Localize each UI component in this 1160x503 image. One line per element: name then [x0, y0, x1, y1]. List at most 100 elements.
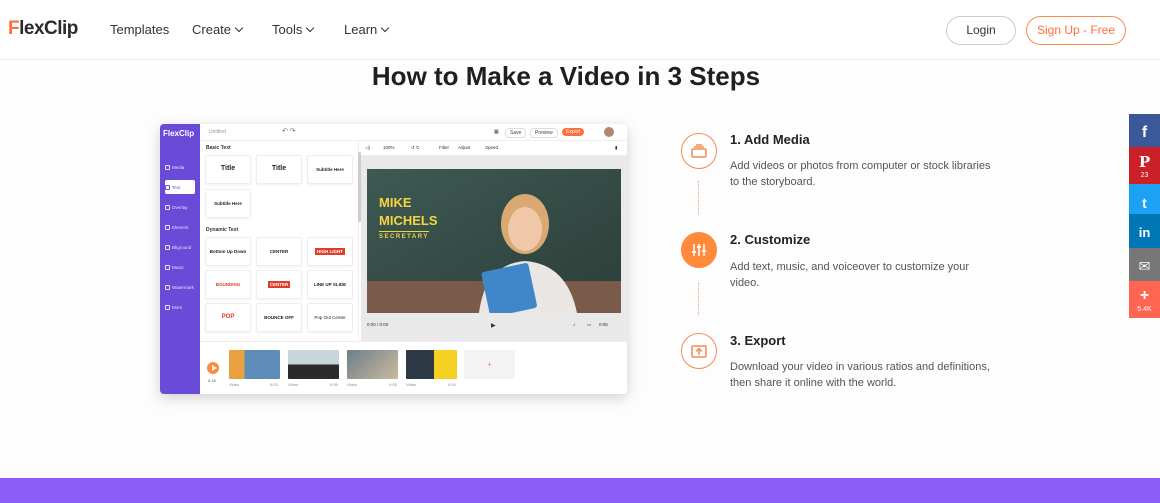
step-title: 2. Customize	[730, 232, 811, 247]
add-clip-button: +	[464, 350, 515, 379]
text-template-card: CENTER	[256, 237, 302, 266]
clip-label: Video	[347, 382, 358, 387]
video-preview: MIKE MICHELS SECRETARY	[367, 169, 621, 313]
nav-learn[interactable]: Learn	[344, 22, 390, 37]
email-icon: ✉	[1138, 258, 1151, 274]
duration: 0:05	[599, 322, 608, 327]
clip-label: Video	[406, 382, 417, 387]
editor-logo: FlexClip	[163, 129, 195, 138]
text-template-card: Title	[256, 155, 302, 184]
time-readout: 0:00 / 0:00	[367, 322, 389, 327]
text-template-card: Title	[205, 155, 251, 184]
undo-redo-icon: ↶ ↷	[282, 128, 296, 135]
nav-tools[interactable]: Tools	[272, 22, 315, 37]
chevron-down-icon	[306, 23, 315, 33]
facebook-icon: f	[1141, 123, 1148, 141]
editor-side-item: Bkground	[165, 240, 195, 254]
step-description: Add videos or photos from computer or st…	[730, 160, 991, 188]
pinterest-icon: P	[1138, 152, 1151, 171]
twitter-icon: t	[1142, 194, 1147, 211]
text-template-card: Subtitle Here	[307, 155, 353, 184]
chevron-down-icon	[234, 23, 244, 33]
text-template-card: LINE UP SLIDE	[307, 270, 353, 299]
timeline-play-icon	[207, 362, 219, 374]
sliders-icon	[681, 232, 717, 268]
bottom-purple-band	[0, 478, 1160, 503]
editor-topbar: Untitled ↶ ↷ ▦ Save Preview Export	[200, 124, 627, 141]
player-adjust: Adjust	[458, 145, 471, 150]
text-template-card: HIGH LIGHT	[307, 237, 353, 266]
step-title: 1. Add Media	[730, 132, 810, 147]
nav-templates[interactable]: Templates	[110, 22, 169, 37]
signup-button[interactable]: Sign Up - Free	[1026, 16, 1126, 45]
clip-label: Video	[229, 382, 240, 387]
editor-preview: Preview	[530, 128, 558, 138]
timeline-clip	[288, 350, 339, 379]
clip-label: Video	[288, 382, 299, 387]
text-template-card: Subtitle Here	[205, 189, 251, 218]
clip-duration: 0:05	[330, 382, 338, 387]
flexclip-logo[interactable]: FlexClip	[8, 18, 78, 40]
rotate-icon: ↺ ↻	[411, 145, 420, 150]
plus-icon: +	[1139, 286, 1150, 304]
editor-text-panel: Basic Text Title Title Subtitle Here Sub…	[200, 141, 359, 341]
top-nav: FlexClip Templates Create Tools Learn Lo…	[0, 0, 1160, 60]
text-template-card: POP	[205, 303, 251, 332]
clip-duration: 0:04	[448, 382, 456, 387]
clip-duration: 0:03	[270, 382, 278, 387]
player-stage: MIKE MICHELS SECRETARY 0:00 / 0:00 ▶ ♪ ▭…	[361, 156, 627, 341]
player-speed: Speed	[485, 145, 499, 150]
editor-screenshot: FlexClip Media Text Overlay Element Bkgr…	[160, 124, 627, 394]
editor-side-item: Text	[165, 180, 195, 194]
editor-side-item: Overlay	[165, 200, 195, 214]
media-icon	[681, 133, 717, 169]
timeline-clip	[406, 350, 457, 379]
screen-icon: ▭	[587, 322, 592, 327]
facebook-share-button[interactable]: f	[1129, 114, 1160, 151]
clip-duration: 0:05	[389, 382, 397, 387]
step-title: 3. Export	[730, 333, 786, 348]
email-share-button[interactable]: ✉	[1129, 248, 1160, 285]
step-description: Download your video in various ratios an…	[730, 361, 990, 389]
editor-project-name: Untitled	[209, 129, 226, 135]
avatar	[604, 127, 614, 137]
timeline-time: 0:18	[208, 378, 216, 383]
video-overlay-title: MIKE MICHELS	[379, 195, 438, 228]
linkedin-share-button[interactable]: in	[1129, 214, 1160, 251]
panel-section-title: Dynamic Text	[206, 227, 239, 233]
timeline: 0:18 Video 0:03 Video 0:05 Video 0:05 Vi…	[200, 341, 627, 394]
trash-icon: ▮	[615, 145, 618, 150]
editor-side-item: Watermark	[165, 280, 195, 294]
grid-icon: ▦	[494, 129, 499, 135]
more-share-button[interactable]: + 5.4K	[1129, 281, 1160, 318]
editor-side-item: Media	[165, 160, 195, 174]
linkedin-icon: in	[1138, 225, 1151, 240]
step-description: Add text, music, and voiceover to custom…	[730, 261, 970, 289]
panel-section-title: Basic Text	[206, 145, 231, 151]
mic-icon: ♪	[573, 322, 576, 327]
timeline-clip	[347, 350, 398, 379]
editor-sidebar: FlexClip Media Text Overlay Element Bkgr…	[160, 124, 200, 394]
nav-create[interactable]: Create	[192, 22, 244, 37]
editor-side-item: Music	[165, 260, 195, 274]
player-filter: Filter	[439, 145, 449, 150]
text-template-card: CENTER	[256, 270, 302, 299]
text-template-card: Bottom Up Down	[205, 237, 251, 266]
text-template-card: BOUNDING	[205, 270, 251, 299]
timeline-clip	[229, 350, 280, 379]
step-connector	[698, 283, 699, 315]
chevron-down-icon	[381, 23, 390, 33]
login-button[interactable]: Login	[946, 16, 1016, 45]
section-heading: How to Make a Video in 3 Steps	[371, 61, 761, 91]
player-toolbar: ◁) 100% ↺ ↻ Filter Adjust Speed ▮	[361, 141, 627, 156]
export-icon	[681, 333, 717, 369]
player-controls: 0:00 / 0:00 ▶ ♪ ▭ 0:05	[361, 318, 627, 332]
pinterest-share-button[interactable]: P 23	[1129, 147, 1160, 184]
play-icon: ▶	[491, 323, 496, 329]
video-overlay-subtitle: SECRETARY	[379, 231, 429, 240]
editor-side-item: More	[165, 300, 195, 314]
share-count: 5.4K	[1137, 305, 1152, 313]
text-template-card: Pop Out Center	[307, 303, 353, 332]
text-template-card: BOUNCE OFF	[256, 303, 302, 332]
zoom-level: 100%	[383, 145, 395, 150]
